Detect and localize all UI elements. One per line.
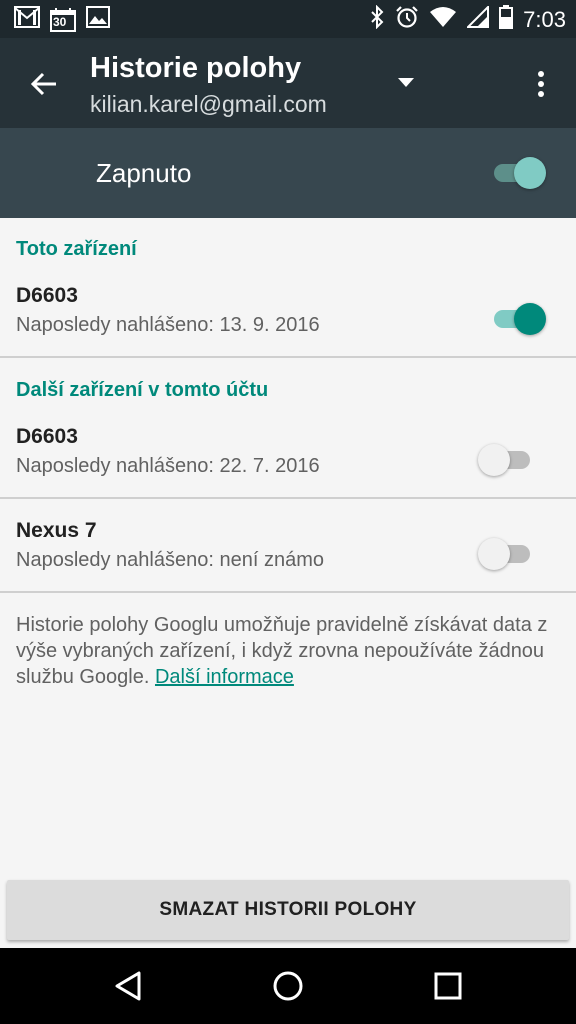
device-name: D6603: [16, 425, 78, 448]
divider: [0, 591, 576, 593]
gallery-icon: [86, 6, 110, 33]
learn-more-link[interactable]: Další informace: [155, 666, 294, 688]
toggle-thumb: [478, 444, 510, 476]
page-title: Historie polohy: [90, 52, 302, 84]
account-email[interactable]: kilian.karel@gmail.com: [90, 91, 327, 118]
device-last-reported: Naposledy nahlášeno: 13. 9. 2016: [16, 314, 320, 336]
device-last-reported: Naposledy nahlášeno: není známo: [16, 549, 324, 571]
notification-icons: 30: [14, 6, 110, 33]
calendar-day: 30: [53, 14, 67, 29]
section-header-this-device: Toto zařízení: [16, 238, 137, 260]
clock: 7:03: [523, 6, 566, 32]
navigation-bar: [0, 948, 576, 1024]
nav-recents-button[interactable]: [418, 962, 478, 1010]
device-name: D6603: [16, 284, 78, 307]
nav-home-icon: [273, 971, 303, 1001]
bluetooth-icon: [369, 4, 385, 34]
overflow-menu-button[interactable]: [524, 64, 558, 104]
device-toggle-other-1[interactable]: [476, 439, 536, 479]
nav-back-icon: [115, 971, 141, 1001]
toggle-thumb: [514, 303, 546, 335]
app-bar: Historie polohy kilian.karel@gmail.com: [0, 38, 576, 128]
arrow-back-icon: [30, 72, 56, 96]
dropdown-arrow-icon: [398, 78, 414, 87]
master-switch-bar[interactable]: Zapnuto: [0, 128, 576, 218]
divider: [0, 356, 576, 358]
toggle-thumb: [514, 157, 546, 189]
back-button[interactable]: [22, 62, 66, 106]
nav-recents-icon: [434, 972, 462, 1000]
status-bar: 30 7:03: [0, 0, 576, 38]
master-toggle[interactable]: [488, 152, 548, 192]
system-icons: 7:03: [369, 4, 566, 34]
device-name: Nexus 7: [16, 519, 97, 542]
account-dropdown-button[interactable]: [388, 68, 424, 98]
nav-back-button[interactable]: [98, 962, 158, 1010]
info-text: Historie polohy Googlu umožňuje pravidel…: [16, 612, 561, 690]
more-vert-icon: [538, 71, 544, 97]
section-header-other-devices: Další zařízení v tomto účtu: [16, 379, 269, 401]
nav-home-button[interactable]: [258, 962, 318, 1010]
master-switch-label: Zapnuto: [96, 158, 192, 188]
wifi-icon: [429, 6, 457, 33]
alarm-icon: [395, 5, 419, 34]
battery-icon: [499, 5, 514, 34]
divider: [0, 497, 576, 499]
delete-history-button[interactable]: SMAZAT HISTORII POLOHY: [7, 880, 569, 940]
signal-icon: [465, 4, 490, 33]
device-toggle-other-2[interactable]: [476, 533, 536, 573]
device-toggle-this[interactable]: [488, 298, 548, 338]
gmail-icon: [14, 6, 40, 33]
calendar-icon: 30: [50, 7, 76, 32]
toggle-thumb: [478, 538, 510, 570]
device-last-reported: Naposledy nahlášeno: 22. 7. 2016: [16, 455, 320, 477]
